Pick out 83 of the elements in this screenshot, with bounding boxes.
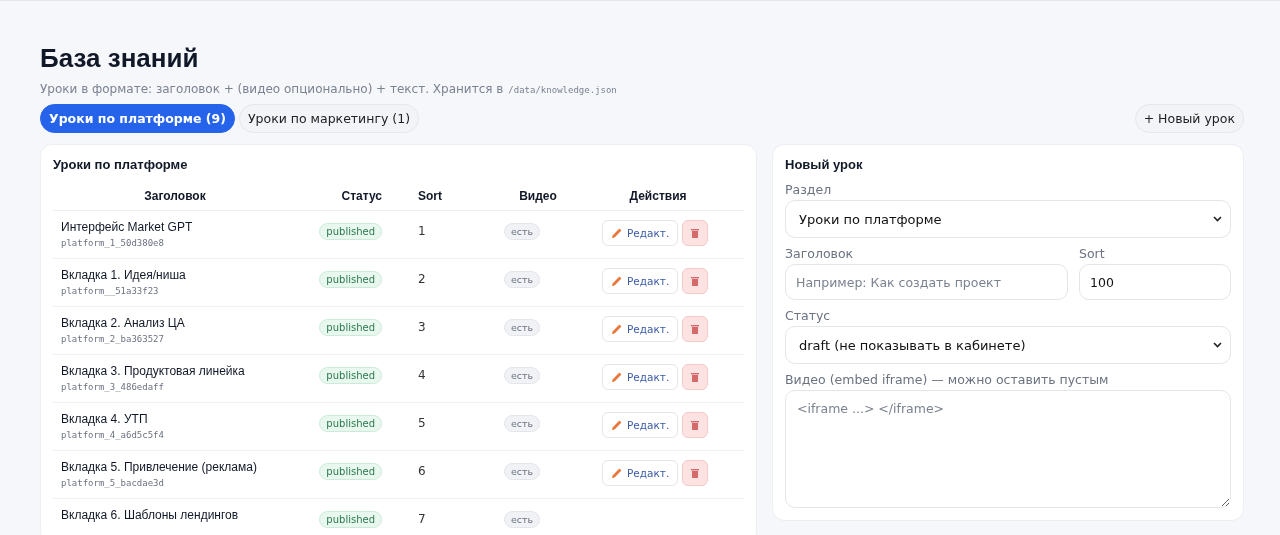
page-subtitle: Уроки в формате: заголовок + (видео опционально) + текст. Хранится в (40, 82, 504, 96)
delete-button[interactable] (682, 268, 709, 294)
field-label: Sort (1079, 246, 1106, 261)
pencil-icon (611, 227, 623, 239)
delete-button[interactable] (682, 316, 709, 342)
video-badge: есть (504, 319, 541, 336)
field-label: Статус (785, 308, 832, 323)
lesson-id: platform_4_a6d5c5f4 (61, 430, 165, 440)
trash-icon (691, 324, 700, 334)
field-label: Раздел (785, 182, 833, 197)
lesson-id: platform_5_bacdae3d (61, 478, 165, 488)
title-input[interactable]: Например: Как создать проект (785, 264, 1068, 300)
status-badge: published (319, 415, 382, 432)
pencil-icon (611, 419, 623, 431)
card-title: Новый урок (785, 157, 864, 172)
lesson-title: Вкладка 1. Идея/ниша (61, 268, 187, 282)
field-label: Заголовок (785, 246, 855, 261)
column-header: Статус (340, 189, 382, 203)
edit-button[interactable]: Редакт. (602, 412, 679, 438)
video-badge: есть (504, 415, 541, 432)
video-badge: есть (504, 271, 541, 288)
lesson-title: Вкладка 6. Шаблоны лендингов (61, 508, 240, 522)
pencil-icon (611, 371, 623, 383)
video-badge: есть (504, 223, 541, 240)
column-header: Заголовок (143, 189, 207, 203)
lesson-id: platform__51a33f23 (61, 286, 160, 296)
lesson-id: platform_2_ba363527 (61, 334, 165, 344)
delete-button[interactable] (682, 460, 709, 486)
section-select[interactable]: Уроки по платформе (785, 200, 1231, 238)
edit-button[interactable]: Редакт. (602, 220, 679, 246)
trash-icon (691, 468, 700, 478)
status-badge: published (319, 319, 382, 336)
sort-value: 5 (418, 416, 426, 430)
sort-input[interactable]: 100 (1079, 264, 1231, 300)
trash-icon (691, 372, 700, 382)
sort-value: 7 (418, 512, 426, 526)
sort-value: 4 (418, 368, 426, 382)
edit-button[interactable]: Редакт. (602, 364, 679, 390)
column-header: Действия (628, 189, 688, 203)
video-badge: есть (504, 367, 541, 384)
chevron-icon (1213, 216, 1222, 222)
delete-button[interactable] (682, 364, 709, 390)
sort-value: 2 (418, 272, 426, 286)
lesson-title: Вкладка 5. Привлечение (реклама) (61, 460, 258, 474)
new-lesson-button[interactable]: + Новый урок (1134, 104, 1244, 133)
status-badge: published (319, 463, 382, 480)
video-badge: есть (504, 511, 541, 528)
trash-icon (691, 228, 700, 238)
edit-button[interactable]: Редакт. (602, 460, 679, 486)
status-badge: published (319, 271, 382, 288)
tab[interactable]: Уроки по платформе (9) (40, 104, 235, 133)
pencil-icon (611, 275, 623, 287)
status-badge: published (319, 511, 382, 528)
lesson-title: Вкладка 3. Продуктовая линейка (61, 364, 246, 378)
page-title: База знаний (40, 43, 199, 74)
tab[interactable]: Уроки по маркетингу (1) (238, 104, 420, 133)
lesson-id: platform_1_50d380e8 (61, 238, 165, 248)
lesson-title: Вкладка 2. Анализ ЦА (61, 316, 186, 330)
status-badge: published (319, 223, 382, 240)
column-header: Sort (417, 189, 442, 203)
column-header: Видео (518, 189, 558, 203)
status-select[interactable]: draft (не показывать в кабинете) (785, 326, 1231, 364)
edit-button[interactable]: Редакт. (602, 268, 679, 294)
card-title: Уроки по платформе (53, 157, 189, 172)
file-path: /data/knowledge.json (508, 85, 617, 95)
video-badge: есть (504, 463, 541, 480)
field-label: Видео (embed iframe) — можно оставить пустым (785, 372, 1110, 387)
lesson-id: platform_3_486edaff (61, 382, 165, 392)
sort-value: 3 (418, 320, 426, 334)
pencil-icon (611, 323, 623, 335)
trash-icon (691, 276, 700, 286)
lesson-title: Вкладка 4. УТП (61, 412, 149, 426)
status-badge: published (319, 367, 382, 384)
trash-icon (691, 420, 700, 430)
delete-button[interactable] (682, 412, 709, 438)
sort-value: 1 (418, 224, 426, 238)
chevron-icon (1213, 342, 1222, 348)
delete-button[interactable] (682, 220, 709, 246)
sort-value: 6 (418, 464, 426, 478)
video-embed-field[interactable]: <iframe ...> </iframe> (785, 390, 1231, 508)
edit-button[interactable]: Редакт. (602, 316, 679, 342)
pencil-icon (611, 467, 623, 479)
lesson-title: Интерфейс Market GPT (61, 220, 194, 234)
